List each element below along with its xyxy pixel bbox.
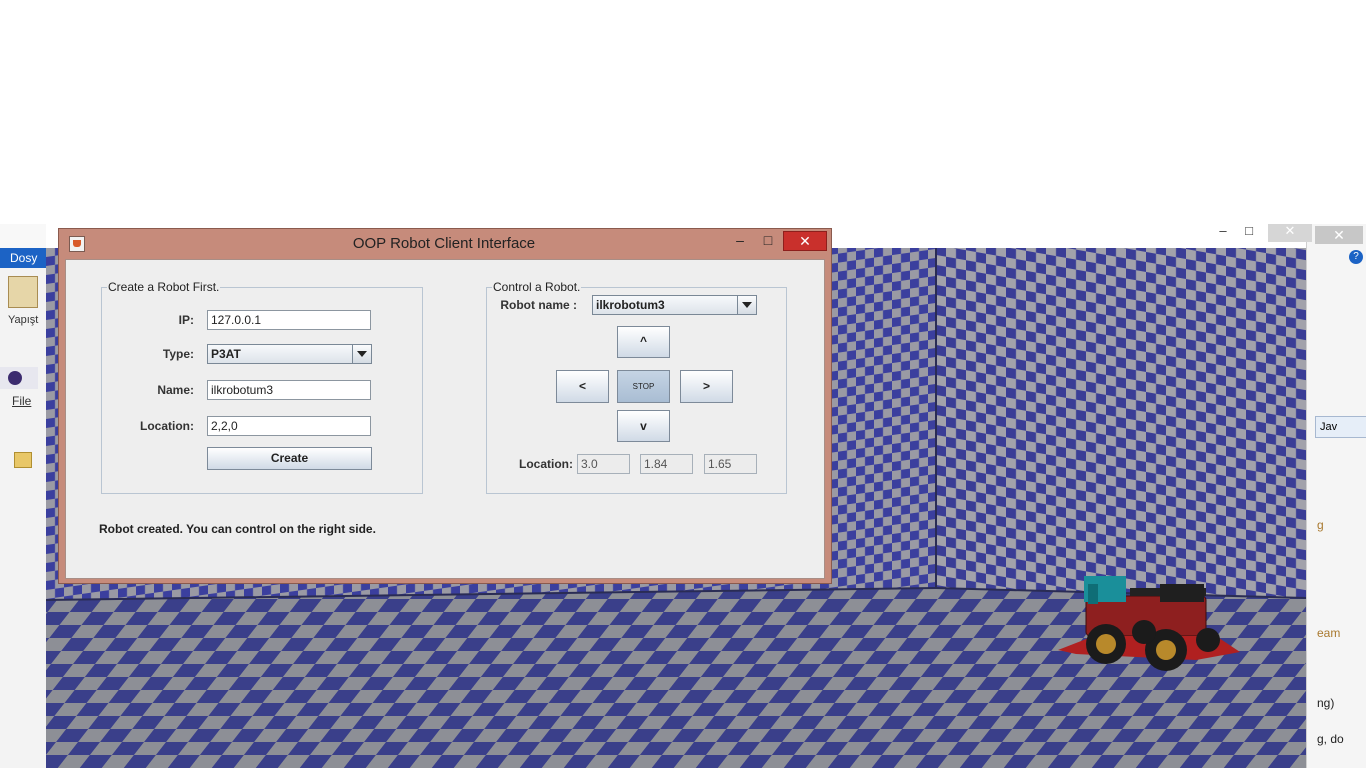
current-location-label: Location: (519, 457, 573, 471)
name-label: Name: (157, 383, 194, 397)
robot-name-label: Robot name : (500, 298, 577, 312)
dialog-content: Create a Robot First. IP: 127.0.0.1 Type… (65, 259, 825, 579)
dialog-titlebar[interactable]: OOP Robot Client Interface – □ ✕ (59, 229, 831, 257)
package-icon[interactable] (14, 452, 32, 468)
minimize-button[interactable]: – (727, 231, 753, 251)
robot-client-dialog: OOP Robot Client Interface – □ ✕ Create … (58, 228, 832, 584)
close-button[interactable]: ✕ (783, 231, 827, 251)
background-app-left: Dosy Yapışt File (0, 224, 48, 768)
maximize-icon[interactable]: □ (1234, 224, 1264, 242)
name-input[interactable]: ilkrobotum3 (207, 380, 371, 400)
background-text: g, do (1317, 732, 1344, 746)
background-text: eam (1317, 626, 1341, 640)
move-forward-button[interactable]: ^ (617, 326, 670, 358)
paste-icon[interactable] (8, 276, 38, 308)
type-select-value: P3AT (211, 347, 241, 361)
eclipse-icon (8, 371, 22, 385)
close-icon[interactable]: ✕ (1315, 226, 1363, 244)
file-tab[interactable]: Dosy (0, 248, 48, 268)
location-label: Location: (140, 419, 194, 433)
background-text: ng) (1317, 696, 1335, 710)
type-label: Type: (162, 347, 194, 361)
location-x-field: 3.0 (577, 454, 630, 474)
java-perspective-tab[interactable]: Jav (1315, 416, 1366, 438)
move-backward-button[interactable]: v (617, 410, 670, 442)
control-robot-panel: Control a Robot. Robot name : ilkrobotum… (486, 280, 787, 494)
close-icon[interactable]: ✕ (1268, 224, 1312, 242)
stop-button[interactable]: STOP (617, 370, 670, 403)
chevron-down-icon[interactable] (352, 345, 371, 363)
wall-right (936, 248, 1306, 598)
background-app-right: ✕ ? Jav g eam ng) g, do (1306, 224, 1366, 768)
type-select[interactable]: P3AT (207, 344, 372, 364)
location-input[interactable]: 2,2,0 (207, 416, 371, 436)
dialog-title: OOP Robot Client Interface (352, 235, 536, 252)
create-panel-legend: Create a Robot First. (107, 280, 221, 294)
turn-left-button[interactable]: < (556, 370, 609, 403)
robot-name-select-value: ilkrobotum3 (596, 298, 665, 312)
turn-right-button[interactable]: > (680, 370, 733, 403)
help-icon[interactable]: ? (1349, 250, 1363, 264)
ip-label: IP: (178, 313, 194, 327)
chevron-down-icon[interactable] (737, 296, 756, 314)
file-menu[interactable]: File (12, 394, 31, 408)
control-panel-legend: Control a Robot. (492, 280, 582, 294)
create-robot-panel: Create a Robot First. IP: 127.0.0.1 Type… (101, 280, 423, 494)
paste-label: Yapışt (8, 314, 39, 326)
status-message: Robot created. You can control on the ri… (99, 522, 376, 536)
robot-name-select[interactable]: ilkrobotum3 (592, 295, 757, 315)
background-text: g (1317, 518, 1324, 532)
location-z-field: 1.65 (704, 454, 757, 474)
ip-input[interactable]: 127.0.0.1 (207, 310, 371, 330)
maximize-button[interactable]: □ (755, 231, 781, 251)
create-button[interactable]: Create (207, 447, 372, 470)
quick-access-toolbar (0, 224, 46, 248)
location-y-field: 1.84 (640, 454, 693, 474)
